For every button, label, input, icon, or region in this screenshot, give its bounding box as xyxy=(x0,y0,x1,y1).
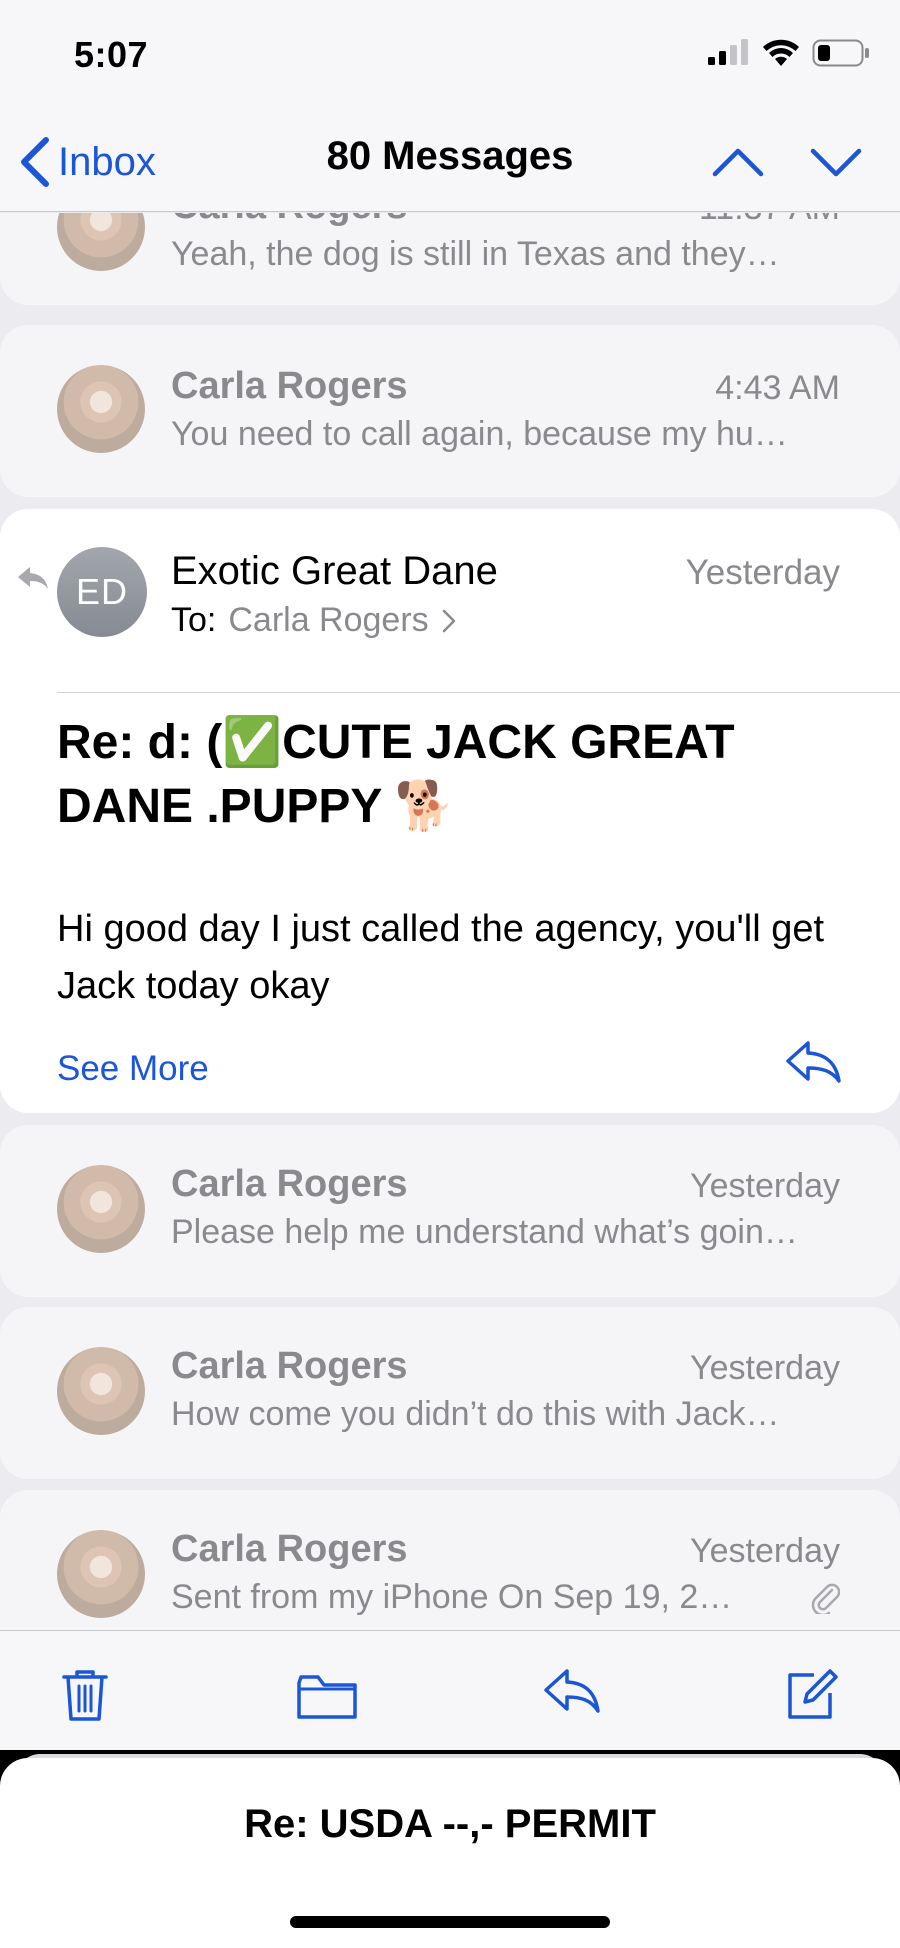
bottom-toolbar xyxy=(0,1630,900,1750)
message-preview: How come you didn’t do this with Jack… xyxy=(171,1395,780,1433)
message-date: 4:43 AM xyxy=(715,369,840,407)
message-date: 11:37 AM xyxy=(699,213,840,228)
compose-icon[interactable] xyxy=(784,1667,840,1723)
reply-toolbar-icon[interactable] xyxy=(542,1667,602,1717)
message-sender: Carla Rogers xyxy=(171,1345,408,1387)
see-more-link[interactable]: See More xyxy=(57,1049,209,1089)
draft-subject[interactable]: Re: USDA --,- PERMIT xyxy=(0,1802,900,1847)
chevron-right-icon xyxy=(442,609,455,632)
message-preview: Yeah, the dog is still in Texas and they… xyxy=(171,235,780,273)
trash-icon[interactable] xyxy=(60,1667,110,1723)
battery-icon xyxy=(812,39,869,67)
message-preview: You need to call again, because my hu… xyxy=(171,415,788,453)
message-preview: Please help me understand what’s goin… xyxy=(171,1213,798,1251)
chevron-left-icon xyxy=(21,137,49,187)
home-indicator[interactable] xyxy=(290,1916,610,1928)
recipient-name[interactable]: Carla Rogers xyxy=(228,601,428,640)
next-message-chevron-down-icon[interactable] xyxy=(810,146,862,178)
message-card[interactable]: Carla Rogers 4:43 AM You need to call ag… xyxy=(0,325,900,497)
message-card[interactable]: Carla Rogers 11:37 AM Yeah, the dog is s… xyxy=(0,213,900,305)
wifi-icon xyxy=(763,39,799,66)
status-icons xyxy=(706,38,870,68)
message-date: Yesterday xyxy=(690,1532,840,1570)
message-card[interactable]: Carla Rogers Yesterday Please help me un… xyxy=(0,1125,900,1297)
recipient-line: To: Carla Rogers xyxy=(171,601,457,640)
message-card[interactable]: Carla Rogers Yesterday Sent from my iPho… xyxy=(0,1490,900,1630)
sender-avatar xyxy=(57,1165,145,1253)
message-sender: Carla Rogers xyxy=(171,213,408,228)
message-card[interactable]: Carla Rogers Yesterday How come you didn… xyxy=(0,1307,900,1479)
expanded-message: ED Exotic Great Dane Yesterday To: Carla… xyxy=(0,509,900,1113)
paperclip-icon xyxy=(811,1583,840,1614)
avatar-initials: ED xyxy=(75,571,128,612)
message-date: Yesterday xyxy=(690,1349,840,1387)
cellular-signal-icon xyxy=(708,39,748,65)
draft-bottom-sheet[interactable]: Re: USDA --,- PERMIT xyxy=(0,1758,900,1948)
message-date: Yesterday xyxy=(690,1167,840,1205)
status-bar: 5:07 xyxy=(0,0,900,110)
reply-icon[interactable] xyxy=(784,1039,842,1085)
sender-avatar: ED xyxy=(57,547,147,637)
message-preview: Sent from my iPhone On Sep 19, 2… xyxy=(171,1578,733,1616)
message-subject: Re: d: (✅CUTE JACK GREAT DANE .PUPPY 🐕 xyxy=(57,716,735,833)
back-button-label: Inbox xyxy=(58,139,156,184)
message-sender: Carla Rogers xyxy=(171,365,408,407)
folder-icon[interactable] xyxy=(296,1673,358,1721)
message-body: Hi good day I just called the agency, yo… xyxy=(57,908,825,1007)
back-to-inbox-button[interactable]: Inbox xyxy=(18,132,156,192)
header-divider xyxy=(57,692,900,693)
previous-message-chevron-up-icon[interactable] xyxy=(712,146,764,178)
status-time: 5:07 xyxy=(74,34,149,75)
message-sender: Exotic Great Dane xyxy=(171,549,498,593)
replied-indicator-icon xyxy=(18,567,48,589)
navigation-bar: Inbox 80 Messages xyxy=(0,110,900,212)
message-sender: Carla Rogers xyxy=(171,1163,408,1205)
sender-avatar xyxy=(57,1347,145,1435)
sender-avatar xyxy=(57,1530,145,1618)
message-sender: Carla Rogers xyxy=(171,1528,408,1570)
message-date: Yesterday xyxy=(685,553,840,592)
to-label: To: xyxy=(171,601,217,639)
sender-avatar xyxy=(57,365,145,453)
sender-avatar xyxy=(57,213,145,271)
message-thread[interactable]: Carla Rogers 11:37 AM Yeah, the dog is s… xyxy=(0,213,900,1630)
